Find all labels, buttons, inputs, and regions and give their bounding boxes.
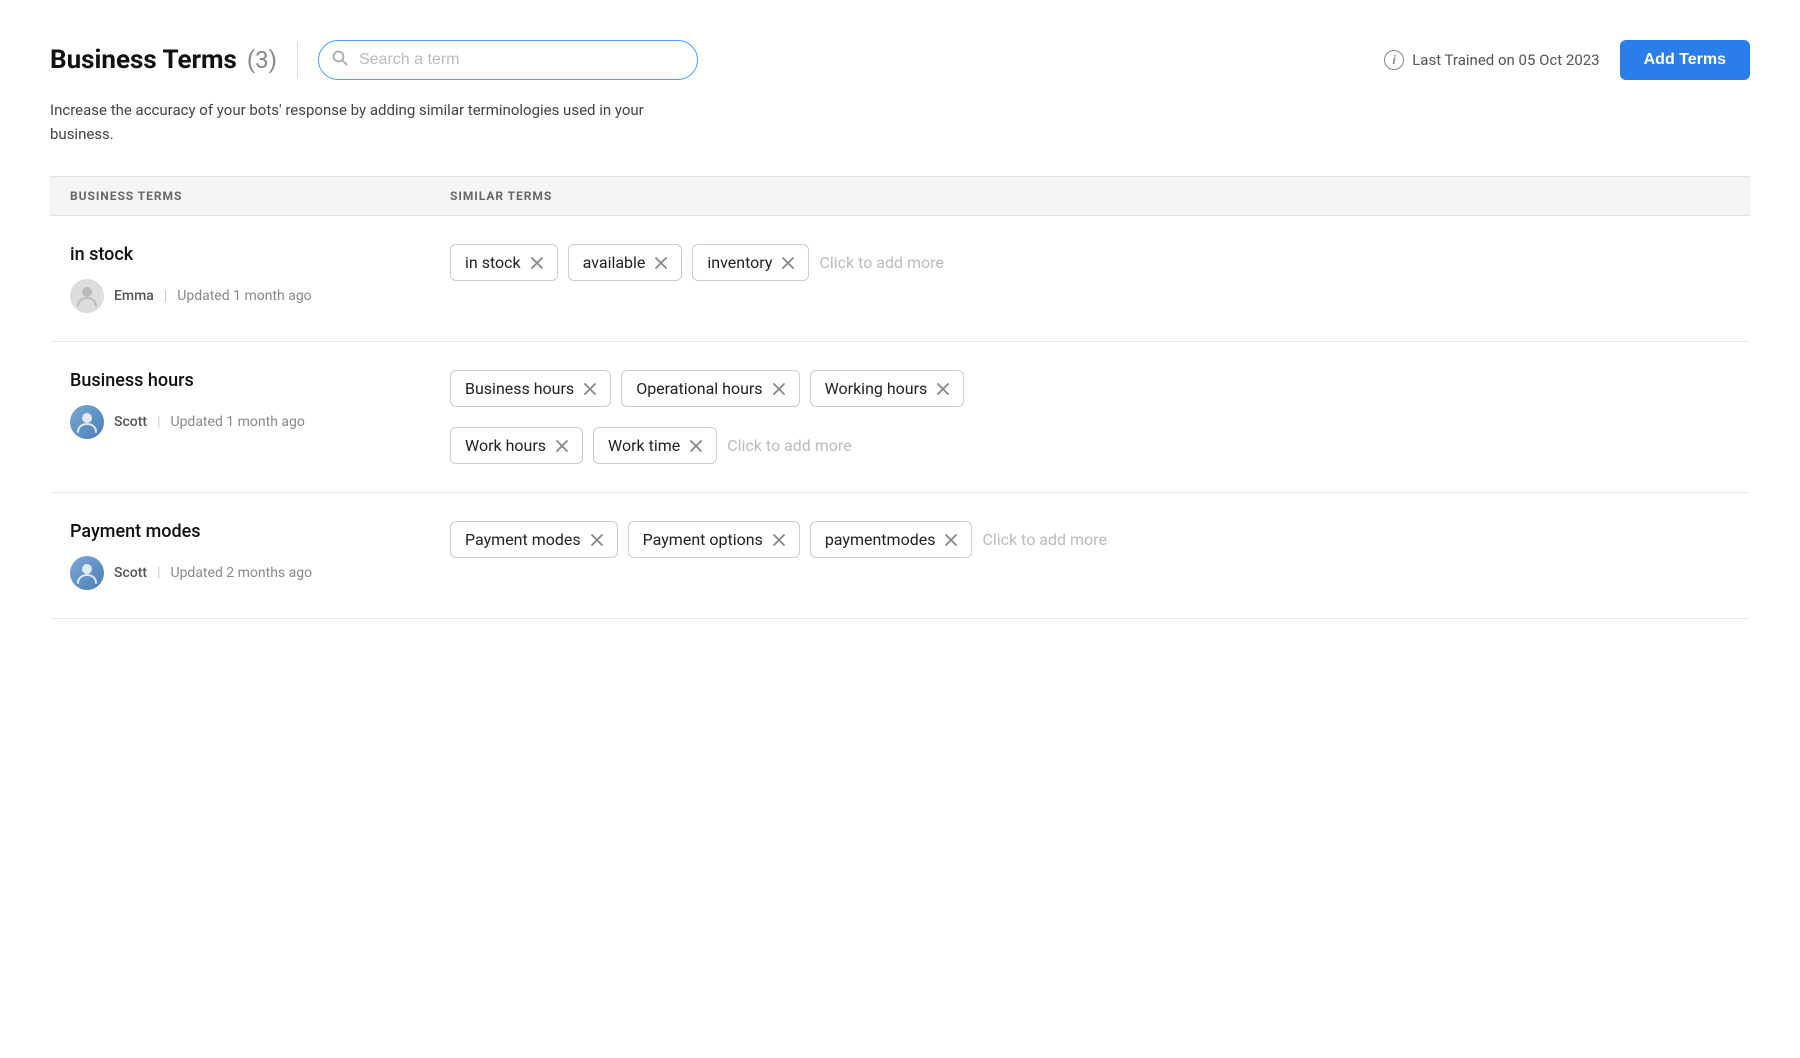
table-header: BUSINESS TERMS SIMILAR TERMS [50,176,1750,216]
term-meta: Emma | Updated 1 month ago [70,279,450,313]
updated-time: Updated 2 months ago [170,565,312,581]
subtitle-text: Increase the accuracy of your bots' resp… [50,98,650,146]
meta-separator: | [157,565,160,581]
tag-close-button[interactable] [937,383,949,395]
term-info-col: Payment modes Scott | Updated 2 months ago [70,521,450,590]
page-title: Business Terms (3) [50,45,277,75]
trained-label: Last Trained on 05 Oct 2023 [1412,51,1599,69]
updated-time: Updated 1 month ago [177,288,311,304]
tag-text: Payment modes [465,530,581,549]
tag-close-button[interactable] [584,383,596,395]
tag-close-button[interactable] [945,534,957,546]
table-row: Business hours Scott | Updated 1 month ago… [50,342,1750,493]
meta-separator: | [164,288,167,304]
tag-close-button[interactable] [531,257,543,269]
similar-term-tag: Work hours [450,427,583,464]
search-wrapper [318,40,698,80]
similar-terms-col: in stock available inventory Click to ad… [450,244,1730,281]
similar-terms-col: Business hours Operational hours Working… [450,370,1730,464]
similar-term-tag: inventory [692,244,809,281]
trained-info: i Last Trained on 05 Oct 2023 [1384,50,1599,70]
col-header-business: BUSINESS TERMS [70,189,450,203]
similar-term-tag: Business hours [450,370,611,407]
col-header-similar: SIMILAR TERMS [450,189,1730,203]
term-info-col: in stock Emma | Updated 1 month ago [70,244,450,313]
avatar [70,405,104,439]
updated-time: Updated 1 month ago [170,414,304,430]
tag-text: Operational hours [636,379,762,398]
term-info-col: Business hours Scott | Updated 1 month ago [70,370,450,439]
avatar [70,556,104,590]
add-terms-button[interactable]: Add Terms [1620,40,1750,80]
tag-text: Work hours [465,436,546,455]
similar-terms-col: Payment modes Payment options paymentmod… [450,521,1730,558]
tag-text: Work time [608,436,680,455]
term-name: in stock [70,244,450,265]
term-name: Payment modes [70,521,450,542]
term-meta: Scott | Updated 1 month ago [70,405,450,439]
tag-text: in stock [465,253,521,272]
similar-term-tag: Operational hours [621,370,799,407]
tag-text: Business hours [465,379,574,398]
header-divider [297,42,298,78]
search-input[interactable] [318,40,698,80]
similar-term-tag: in stock [450,244,558,281]
click-to-add[interactable]: Click to add more [819,253,943,272]
user-name: Emma [114,288,154,304]
user-name: Scott [114,565,147,581]
info-icon: i [1384,50,1404,70]
terms-table: in stock Emma|Updated 1 month agoin stoc… [50,216,1750,619]
tag-close-button[interactable] [591,534,603,546]
tag-close-button[interactable] [655,257,667,269]
term-count: (3) [247,46,277,74]
tag-close-button[interactable] [556,440,568,452]
table-row: in stock Emma|Updated 1 month agoin stoc… [50,216,1750,342]
similar-term-tag: paymentmodes [810,521,973,558]
meta-separator: | [157,414,160,430]
user-name: Scott [114,414,147,430]
similar-term-tag: Payment modes [450,521,618,558]
tag-text: inventory [707,253,772,272]
click-to-add[interactable]: Click to add more [982,530,1106,549]
tag-text: Payment options [643,530,763,549]
similar-term-tag: Working hours [810,370,965,407]
search-icon [332,50,348,70]
tag-close-button[interactable] [773,534,785,546]
tag-text: available [583,253,646,272]
click-to-add[interactable]: Click to add more [727,436,851,455]
title-text: Business Terms [50,45,237,75]
tag-close-button[interactable] [782,257,794,269]
similar-term-tag: Work time [593,427,717,464]
tag-text: Working hours [825,379,928,398]
similar-term-tag: available [568,244,683,281]
term-name: Business hours [70,370,450,391]
tag-close-button[interactable] [773,383,785,395]
avatar [70,279,104,313]
term-meta: Scott | Updated 2 months ago [70,556,450,590]
tag-close-button[interactable] [690,440,702,452]
page-header: Business Terms (3) i Last Trained on 05 … [50,40,1750,80]
table-row: Payment modes Scott | Updated 2 months ago… [50,493,1750,619]
similar-term-tag: Payment options [628,521,800,558]
tag-text: paymentmodes [825,530,936,549]
